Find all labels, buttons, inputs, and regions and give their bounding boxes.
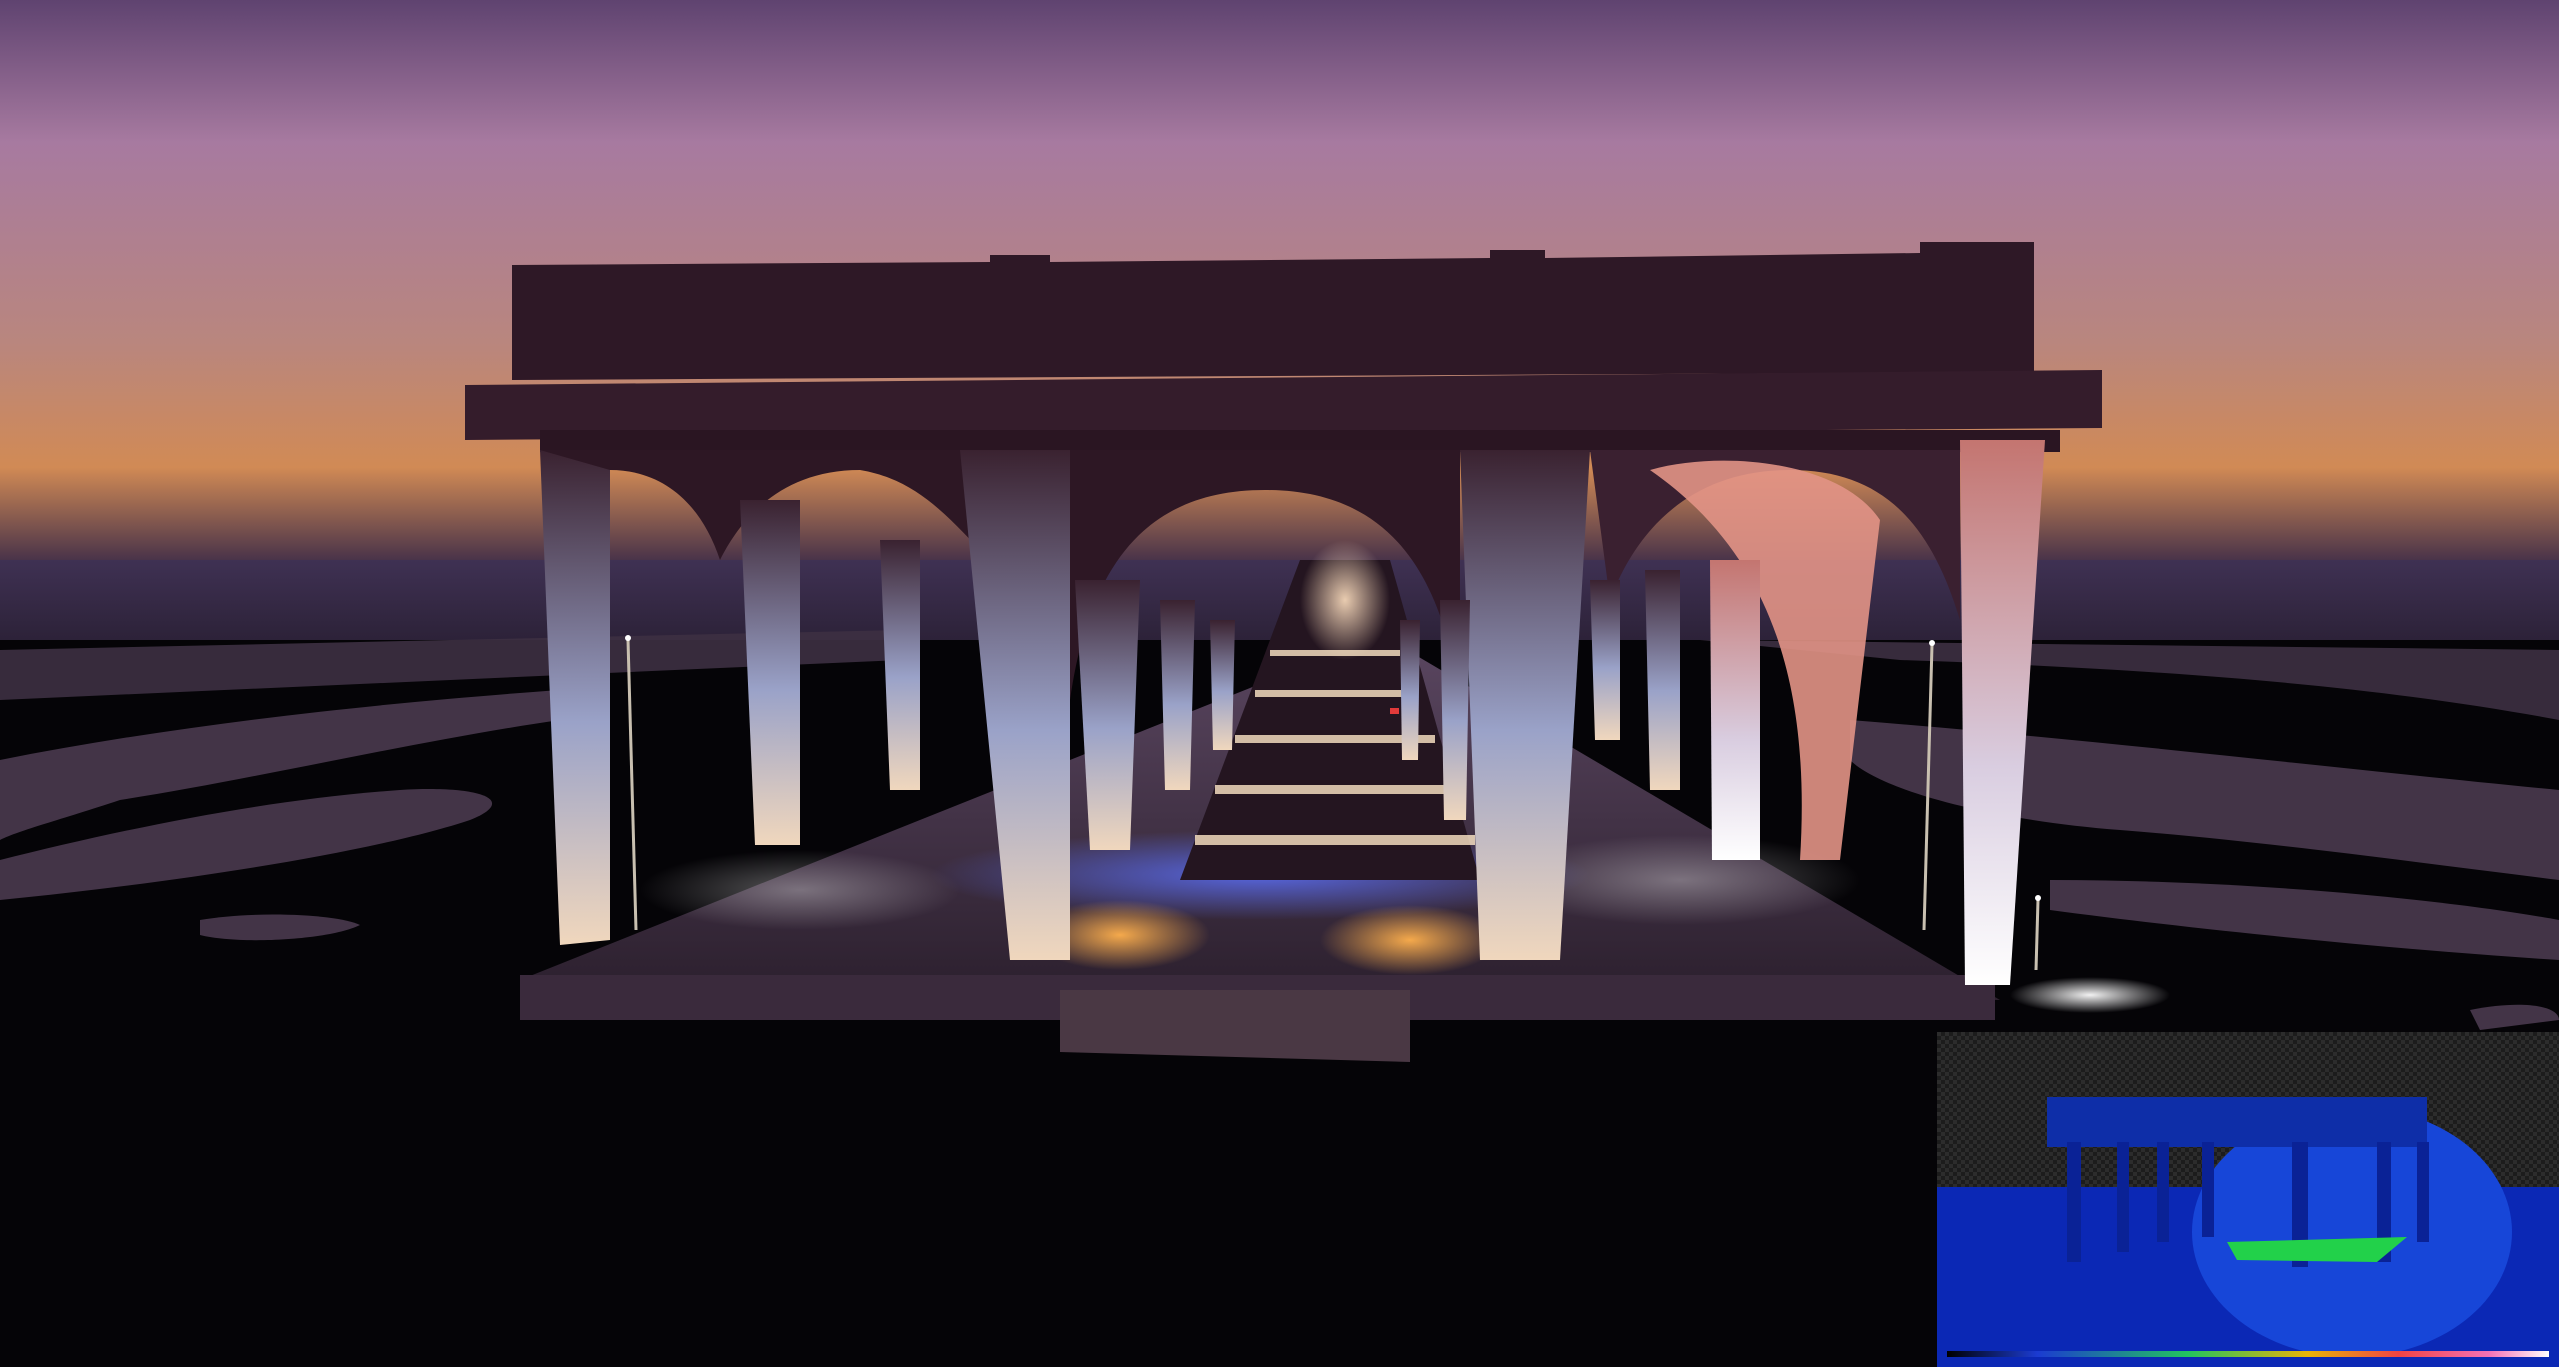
red-marker-light bbox=[1390, 708, 1399, 714]
front-ramp bbox=[1060, 990, 1410, 1062]
floor-light-soft-left bbox=[640, 850, 960, 930]
tunnel-end-glow bbox=[1300, 540, 1390, 660]
floor-light-white-right bbox=[2010, 977, 2170, 1013]
editor-viewport[interactable] bbox=[0, 0, 2559, 1367]
roof-band bbox=[540, 430, 2060, 452]
lighting-complexity-view[interactable] bbox=[1937, 1032, 2559, 1367]
complexity-roof bbox=[2047, 1097, 2427, 1147]
complexity-legend bbox=[1947, 1351, 2549, 1357]
floor-light-warm-right bbox=[1320, 905, 1500, 975]
